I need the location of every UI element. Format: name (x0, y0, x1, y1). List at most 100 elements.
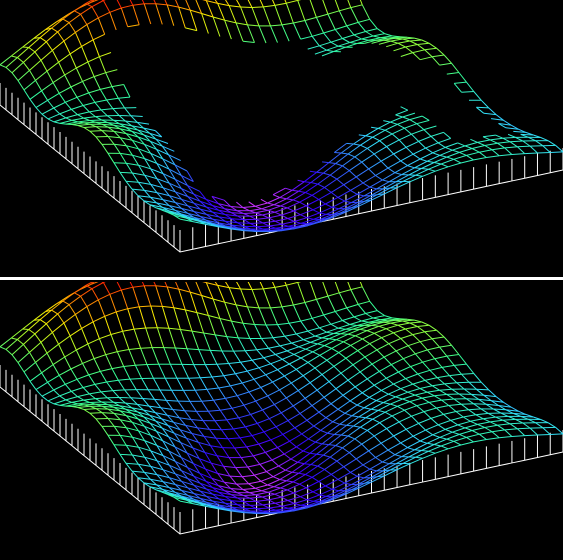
mesh-line (284, 282, 287, 286)
mesh-line (430, 131, 444, 137)
mesh-line (433, 444, 442, 447)
mesh-line (405, 146, 414, 155)
mesh-line (362, 175, 376, 184)
mesh-line (336, 452, 350, 462)
mesh-line (470, 418, 484, 422)
mesh-line (464, 427, 473, 431)
mesh-line (98, 56, 107, 73)
mesh-line (82, 387, 90, 395)
mesh-line (432, 385, 440, 391)
mesh-line (65, 117, 72, 121)
mesh-line (468, 409, 476, 416)
mesh-line (262, 404, 275, 411)
mesh-line (270, 24, 283, 27)
mesh-line (409, 119, 418, 125)
mesh-line (343, 341, 351, 346)
mesh-line (261, 204, 275, 210)
mesh-line (201, 295, 209, 316)
mesh-line (229, 385, 238, 396)
mesh-line (62, 18, 70, 24)
mesh-line (267, 197, 281, 204)
mesh-line (404, 409, 412, 417)
mesh-line (28, 37, 41, 48)
mesh-line (383, 396, 396, 404)
mesh-line (101, 144, 109, 154)
mesh-line (309, 374, 323, 384)
mesh-line (245, 426, 253, 436)
mesh-line (155, 3, 168, 6)
mesh-line (455, 409, 469, 412)
mesh-line (105, 351, 118, 356)
mesh-line (219, 318, 228, 337)
mesh-line (129, 282, 134, 288)
mesh-line (391, 358, 404, 366)
mesh-line (354, 156, 363, 163)
mesh-line (212, 16, 225, 21)
mesh-line (59, 390, 72, 397)
mesh-line (446, 355, 455, 366)
mesh-line (266, 465, 279, 473)
mesh-line (251, 288, 264, 290)
mesh-line (377, 127, 386, 131)
mesh-line (286, 489, 295, 494)
mesh-line (484, 142, 498, 146)
mesh-line (225, 395, 238, 399)
mesh-line (311, 476, 319, 482)
mesh-line (82, 383, 96, 388)
mesh-line (367, 140, 380, 149)
mesh-line (319, 347, 332, 356)
mesh-line (122, 331, 130, 350)
mesh-line (285, 187, 293, 191)
mesh-line (446, 156, 454, 160)
mesh-line (252, 455, 261, 465)
mesh-line (354, 378, 368, 388)
mesh-line (482, 136, 491, 141)
mesh-line (398, 421, 407, 430)
mesh-line (482, 418, 491, 423)
mesh-line (237, 337, 246, 352)
mesh-line (339, 7, 351, 12)
mesh-line (291, 339, 304, 344)
mesh-line (473, 157, 487, 161)
mesh-line (434, 395, 442, 401)
mesh-line (460, 441, 474, 446)
mesh-line (319, 327, 327, 333)
mesh-line (243, 494, 256, 496)
mesh-line (274, 404, 282, 414)
mesh-line (439, 388, 452, 391)
mesh-line (421, 397, 430, 403)
mesh-line (17, 70, 30, 81)
mesh-line (437, 375, 450, 379)
mesh-line (248, 391, 257, 402)
mesh-line (40, 60, 48, 72)
mesh-line (327, 13, 336, 30)
mesh-line (281, 492, 294, 498)
mesh-line (277, 440, 290, 448)
mesh-line (59, 404, 67, 407)
mesh-line (117, 379, 126, 391)
mesh-line (150, 305, 158, 328)
mesh-line (100, 368, 113, 372)
mesh-line (82, 105, 90, 113)
mesh-line (396, 463, 411, 471)
mesh-line (373, 384, 382, 391)
mesh-line (319, 45, 327, 51)
mesh-line (400, 338, 409, 347)
mesh-line (398, 371, 406, 379)
mesh-line (217, 285, 226, 303)
mesh-line (412, 334, 421, 343)
mesh-line (63, 31, 76, 42)
mesh-line (282, 427, 296, 435)
mesh-line (234, 373, 243, 384)
mesh-line (211, 375, 224, 378)
mesh-line (422, 170, 436, 177)
mesh-line (347, 0, 352, 8)
mesh-line (376, 400, 384, 404)
mesh-line (393, 378, 406, 385)
mesh-line (352, 364, 361, 373)
mesh-line (256, 500, 264, 506)
mesh-line (223, 373, 236, 377)
mesh-line (337, 189, 351, 198)
mesh-line (338, 327, 346, 330)
mesh-line (129, 0, 134, 6)
